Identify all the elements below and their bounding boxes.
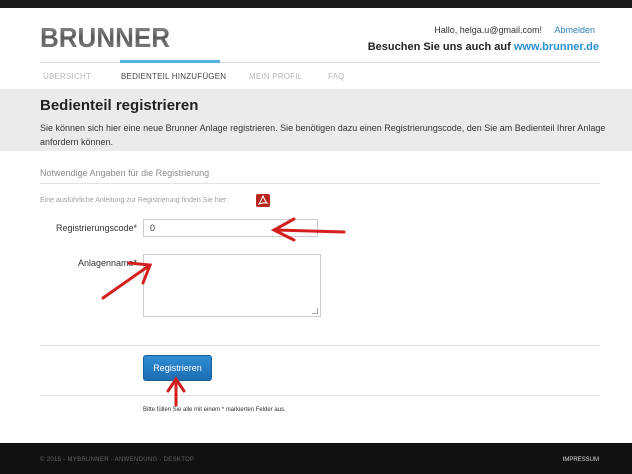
form-divider: [40, 345, 600, 346]
nav-item-bedienteil-hinzufuegen[interactable]: BEDIENTEIL HINZUFÜGEN: [121, 72, 226, 81]
footer-copyright: © 2015 - MYBRUNNER - ANWENDUNG - DESKTOP: [40, 457, 195, 463]
registration-code-input[interactable]: [143, 219, 318, 237]
nav-item-uebersicht[interactable]: ÜBERSICHT: [43, 72, 91, 81]
required-fields-hint: Bitte füllen Sie alle mit einem * markie…: [143, 407, 286, 413]
top-bar: [0, 0, 632, 8]
nav-active-indicator: [120, 60, 220, 63]
brunner-logo[interactable]: BRUNNER: [40, 24, 172, 50]
logout-link[interactable]: Abmelden: [554, 25, 595, 35]
brunner-website-link[interactable]: www.brunner.de: [514, 41, 599, 53]
annotation-arrows: [101, 217, 346, 407]
installation-name-label: Anlagenname*: [78, 258, 138, 268]
visit-prefix: Besuchen Sie uns auch auf: [367, 41, 511, 53]
user-greeting: Hallo, helga.u@gmail.com! Abmelden: [434, 25, 595, 35]
pdf-icon[interactable]: [256, 194, 270, 207]
page-title: Bedienteil registrieren: [40, 97, 199, 114]
form-section-title: Notwendige Angaben für die Registrierung: [40, 168, 210, 178]
register-button[interactable]: Registrieren: [143, 355, 212, 381]
resize-handle[interactable]: [312, 308, 318, 314]
nav-item-faq[interactable]: FAQ: [328, 72, 345, 81]
instructions-text: Eine ausführliche Anleitung zur Registri…: [40, 197, 229, 204]
visit-line: Besuchen Sie uns auch auf www.brunner.de: [368, 41, 599, 53]
section-divider: [40, 183, 600, 184]
svg-text:BRUNNER: BRUNNER: [40, 24, 170, 50]
page-intro: Sie können sich hier eine neue Brunner A…: [40, 123, 606, 147]
arrow-to-register-button: [166, 376, 186, 407]
greeting-text: Hallo, helga.u@gmail.com!: [434, 25, 542, 35]
registration-code-label: Registrierungscode*: [56, 223, 138, 233]
footer: © 2015 - MYBRUNNER - ANWENDUNG - DESKTOP…: [0, 443, 632, 474]
hint-divider: [40, 395, 600, 396]
impressum-link[interactable]: IMPRESSUM: [563, 457, 599, 463]
nav-item-mein-profil[interactable]: MEIN PROFIL: [249, 72, 302, 81]
page-header: Bedienteil registrieren Sie können sich …: [0, 89, 632, 151]
installation-name-textarea[interactable]: [143, 254, 321, 317]
